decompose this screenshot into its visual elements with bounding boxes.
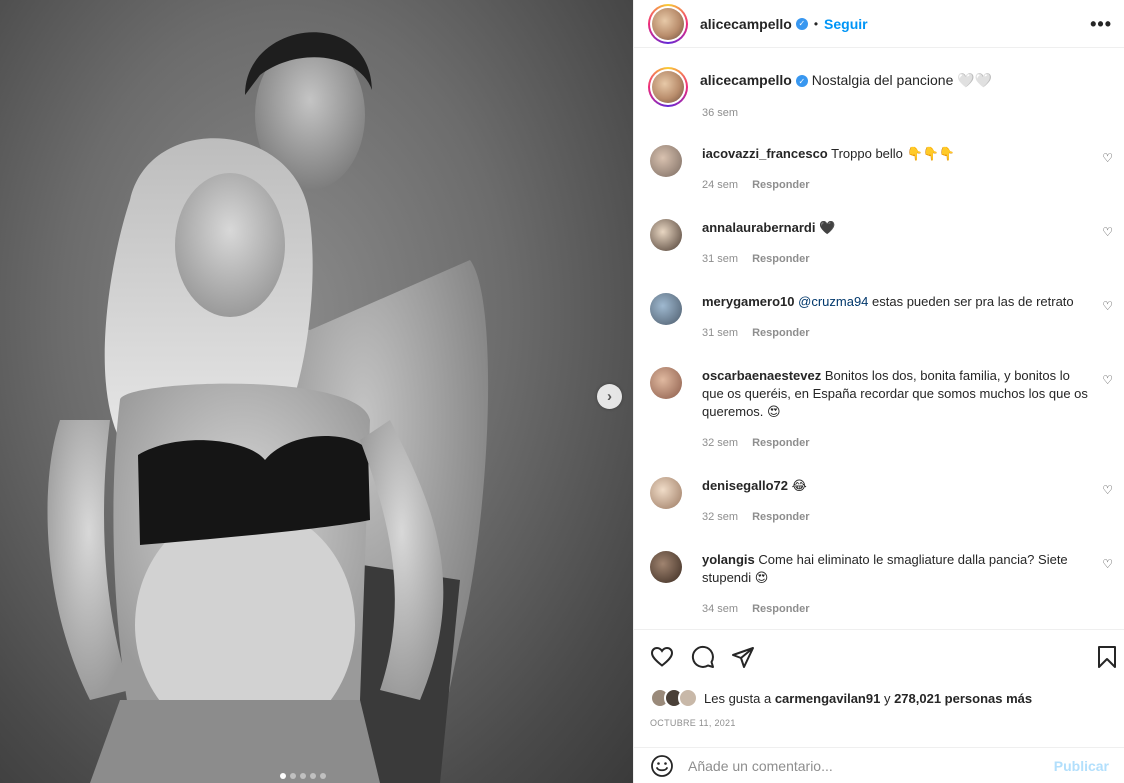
comment-body: iacovazzi_francesco Troppo bello 👇👇👇	[702, 145, 1092, 163]
comment-text: 🖤	[819, 220, 836, 235]
comment-username[interactable]: annalaurabernardi	[702, 220, 815, 235]
comment-username[interactable]: merygamero10	[702, 294, 795, 309]
comment-meta: 34 sem Responder	[702, 603, 810, 615]
likes-row[interactable]: Les gusta a carmengavilan91 y 278,021 pe…	[650, 688, 1032, 708]
comment-body: denisegallo72 😂	[702, 477, 1092, 495]
bookmark-icon[interactable]	[1097, 645, 1117, 669]
comments-list[interactable]: alicecampello ✓ Nostalgia del pancione 🤍🤍…	[634, 49, 1124, 629]
carousel-dot	[320, 773, 326, 779]
comment-username[interactable]: oscarbaenaestevez	[702, 368, 821, 383]
caption-text: Nostalgia del pancione 🤍🤍	[811, 72, 993, 88]
comment-body: merygamero10 @cruzma94 estas pueden ser …	[702, 293, 1092, 311]
likes-count[interactable]: 278,021 personas más	[894, 691, 1032, 706]
comment-input[interactable]	[688, 757, 1054, 774]
comment-avatar[interactable]	[650, 551, 682, 583]
reply-button[interactable]: Responder	[752, 179, 809, 191]
caption-time: 36 sem	[702, 107, 739, 119]
heart-icon[interactable]: ♡	[1102, 373, 1113, 387]
comment-time: 24 sem	[702, 179, 739, 191]
comment-meta: 32 sem Responder	[702, 437, 810, 449]
carousel-dot	[280, 773, 286, 779]
comment-meta: 32 sem Responder	[702, 511, 810, 523]
comment-text: Come hai eliminato le smagliature dalla …	[702, 552, 1068, 585]
post-caption: alicecampello ✓ Nostalgia del pancione 🤍🤍…	[648, 67, 992, 119]
likes-user[interactable]: carmengavilan91	[775, 691, 881, 706]
next-photo-button[interactable]: ›	[597, 384, 622, 409]
carousel-dot	[290, 773, 296, 779]
comment-meta: 24 sem Responder	[702, 179, 810, 191]
reply-button[interactable]: Responder	[752, 511, 809, 523]
emoji-icon[interactable]	[650, 754, 674, 778]
comment-time: 32 sem	[702, 437, 739, 449]
carousel-dot	[300, 773, 306, 779]
post-date: OCTUBRE 11, 2021	[650, 718, 736, 728]
comment-username[interactable]: denisegallo72	[702, 478, 788, 493]
comment-body: annalaurabernardi 🖤	[702, 219, 1092, 237]
post-header: alicecampello ✓ • Seguir •••	[634, 0, 1124, 48]
comment-avatar[interactable]	[650, 293, 682, 325]
chevron-right-icon: ›	[607, 388, 612, 405]
comment-avatar[interactable]	[650, 367, 682, 399]
heart-icon[interactable]: ♡	[1102, 483, 1113, 497]
comment-avatar[interactable]	[650, 477, 682, 509]
comment-text: 😂	[791, 478, 807, 493]
comment-icon[interactable]	[691, 645, 715, 669]
verified-badge-icon: ✓	[795, 75, 808, 88]
comment-username[interactable]: yolangis	[702, 552, 755, 567]
likes-prefix: Les gusta a	[704, 690, 775, 706]
follow-button[interactable]: Seguir	[824, 16, 868, 32]
add-comment-bar: Publicar	[634, 747, 1124, 783]
more-icon[interactable]: •••	[1090, 14, 1112, 35]
publish-button[interactable]: Publicar	[1054, 758, 1109, 774]
comment-avatar[interactable]	[650, 145, 682, 177]
comment-username[interactable]: iacovazzi_francesco	[702, 146, 828, 161]
separator: •	[813, 16, 819, 31]
heart-icon[interactable]: ♡	[1102, 299, 1113, 313]
likes-text: Les gusta a carmengavilan91 y 278,021 pe…	[704, 691, 1032, 706]
comment-avatar[interactable]	[650, 219, 682, 251]
comment-mention[interactable]: @cruzma94	[798, 294, 868, 309]
reply-button[interactable]: Responder	[752, 437, 809, 449]
comment-body: yolangis Come hai eliminato le smagliatu…	[702, 551, 1092, 587]
heart-icon[interactable]: ♡	[1102, 151, 1113, 165]
share-icon[interactable]	[731, 645, 755, 669]
comment-time: 32 sem	[702, 511, 739, 523]
reply-button[interactable]: Responder	[752, 603, 809, 615]
likes-middle: y	[880, 690, 895, 706]
post-actions: Les gusta a carmengavilan91 y 278,021 pe…	[634, 629, 1124, 749]
comment-text: Troppo bello 👇👇👇	[831, 146, 956, 161]
photo-illustration	[47, 32, 489, 783]
heart-icon[interactable]: ♡	[1102, 225, 1113, 239]
carousel-dot	[310, 773, 316, 779]
post-photo[interactable]: ›	[0, 0, 633, 783]
comment-text: estas pueden ser pra las de retrato	[868, 294, 1074, 309]
avatar[interactable]	[648, 3, 688, 44]
caption-avatar[interactable]	[648, 67, 688, 107]
reply-button[interactable]: Responder	[752, 327, 809, 339]
heart-icon[interactable]	[650, 645, 674, 669]
post-side-panel: alicecampello ✓ • Seguir ••• alicecampel…	[633, 0, 1124, 783]
comment-time: 31 sem	[702, 327, 739, 339]
carousel-dots	[280, 773, 326, 779]
avatar	[678, 688, 698, 708]
comment-body: oscarbaenaestevez Bonitos los dos, bonit…	[702, 367, 1092, 421]
caption-text-row: alicecampello ✓ Nostalgia del pancione 🤍🤍	[700, 72, 992, 107]
caption-username[interactable]: alicecampello	[700, 72, 792, 88]
comment-time: 34 sem	[702, 603, 739, 615]
verified-badge-icon: ✓	[795, 17, 808, 30]
heart-icon[interactable]: ♡	[1102, 557, 1113, 571]
comment-meta: 31 sem Responder	[702, 253, 810, 265]
comment-meta: 31 sem Responder	[702, 327, 810, 339]
comment-time: 31 sem	[702, 253, 739, 265]
header-username[interactable]: alicecampello	[700, 16, 792, 32]
reply-button[interactable]: Responder	[752, 253, 809, 265]
